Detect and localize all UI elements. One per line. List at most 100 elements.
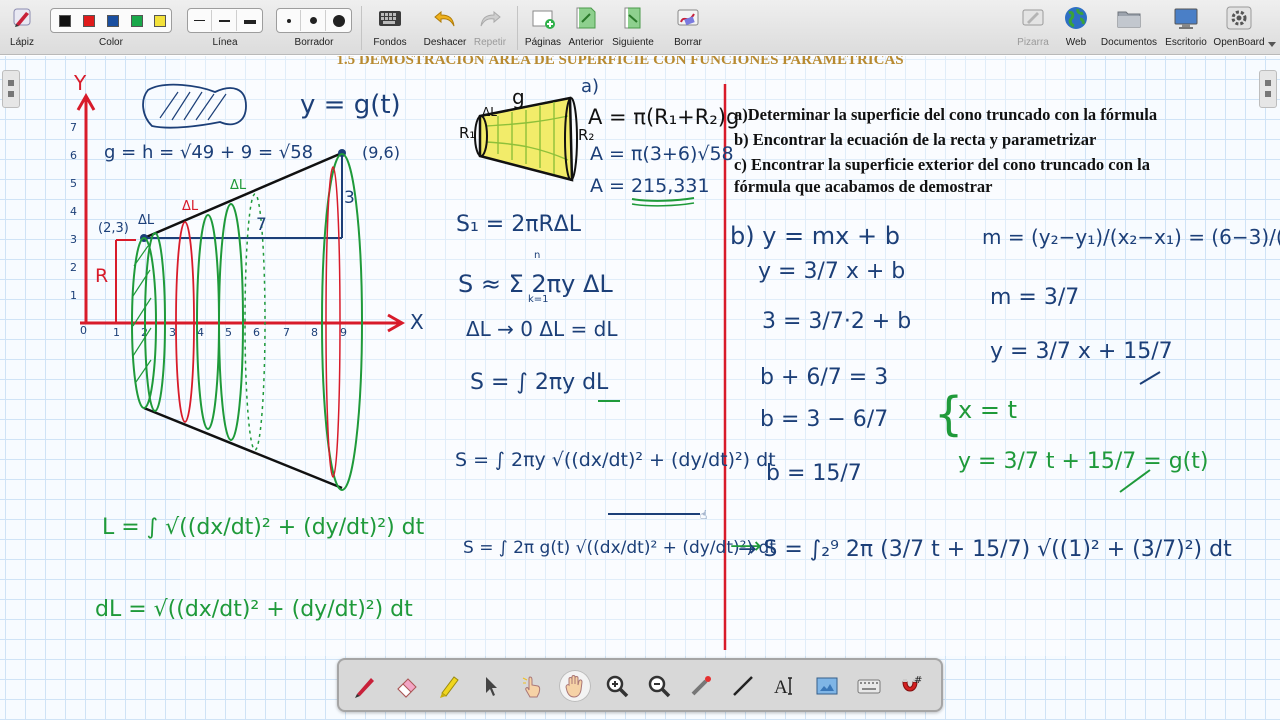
redo-label: Repetir	[473, 37, 507, 48]
chevron-down-icon[interactable]	[1268, 42, 1276, 48]
color-black[interactable]	[59, 15, 71, 27]
x-tick: 9	[340, 326, 347, 339]
undo-label: Deshacer	[423, 37, 467, 48]
globe-icon	[1065, 7, 1087, 29]
main-toolbar: Lápiz Color Línea Borrador Fondos Deshac…	[0, 0, 1280, 55]
y-tick: 4	[70, 205, 77, 218]
delta-l-label-green: ΔL	[230, 178, 247, 193]
color-yellow[interactable]	[154, 15, 166, 27]
integral-expanded: S = ∫ 2πy √((dx/dt)² + (dy/dt)²) dt	[455, 449, 776, 471]
y-tick: 6	[70, 149, 77, 162]
hand-pan-tool[interactable]	[559, 670, 591, 702]
color-blue[interactable]	[107, 15, 119, 27]
eraser-small[interactable]	[277, 10, 301, 31]
task-b: b) Encontrar la ecuación de la recta y p…	[734, 130, 1097, 149]
line-with-slope: y = 3/7 x + b	[758, 259, 905, 284]
select-tool[interactable]	[475, 670, 507, 702]
color-green[interactable]	[131, 15, 143, 27]
web-button[interactable]: Web	[1056, 0, 1096, 55]
magnet-grid-tool[interactable]: #	[895, 670, 927, 702]
delta-l-label-red: ΔL	[182, 199, 199, 214]
cursor-hand-icon: ☝	[700, 508, 707, 522]
screen-capture-icon	[816, 677, 838, 695]
text-tool[interactable]: A	[769, 670, 801, 702]
eraser-tool[interactable]	[391, 670, 423, 702]
folder-icon	[1117, 11, 1141, 28]
line-group: Línea	[187, 0, 263, 55]
board-canvas[interactable]: 1.5 DEMOSTRACIÓN ÁREA DE SUPERFICIE CON …	[0, 56, 1280, 720]
previous-page-button[interactable]: Anterior	[566, 0, 606, 55]
capture-tool[interactable]	[811, 670, 843, 702]
color-red[interactable]	[83, 15, 95, 27]
delete-button[interactable]: Borrar	[668, 0, 708, 55]
redo-button[interactable]: Repetir	[470, 0, 510, 55]
limit-step: ΔL → 0 ΔL = dL	[466, 317, 618, 341]
task-c-line2: fórmula que acabamos de demostrar	[734, 177, 993, 196]
documents-button[interactable]: Documentos	[1100, 0, 1158, 55]
line-medium[interactable]	[213, 10, 237, 31]
openboard-menu-button[interactable]: OpenBoard	[1212, 0, 1266, 55]
interact-tool[interactable]	[517, 670, 549, 702]
hand-pointer-icon	[522, 676, 541, 698]
arc-length-formulas: L = ∫ √((dx/dt)² + (dy/dt)²) dt dL = √((…	[95, 515, 425, 622]
zoom-in-tool[interactable]	[601, 670, 633, 702]
pointer-arrow-icon	[486, 677, 497, 696]
x-tick: 3	[169, 326, 176, 339]
page-title: 1.5 DEMOSTRACIÓN ÁREA DE SUPERFICIE CON …	[336, 56, 903, 68]
virtual-keyboard-tool[interactable]	[853, 670, 885, 702]
monitor-icon	[1174, 8, 1198, 29]
point-label-p2: (9,6)	[362, 143, 400, 162]
line-tool[interactable]	[727, 670, 759, 702]
cone-diagram: a) g ΔL R₁ R₂ A = π(R₁+R₂)g A = π(3+6)√5…	[459, 76, 739, 207]
color-group: Color	[50, 0, 172, 55]
pen-tool[interactable]	[349, 670, 381, 702]
pages-button[interactable]: Páginas	[523, 0, 563, 55]
board-mode-button[interactable]: Pizarra	[1013, 0, 1053, 55]
stylus-palette: A #	[337, 658, 943, 712]
board-label: Pizarra	[1017, 37, 1049, 48]
frustum-sketch	[142, 83, 247, 129]
x-tick: 5	[225, 326, 232, 339]
solve-b-step2: b = 3 − 6/7	[760, 407, 888, 432]
redo-icon	[480, 10, 501, 27]
line-label: Línea	[212, 37, 238, 48]
x-tick: 8	[311, 326, 318, 339]
text-icon: A	[774, 677, 792, 698]
task-c-line1: c) Encontrar la superficie exterior del …	[734, 155, 1150, 174]
zoom-out-tool[interactable]	[643, 670, 675, 702]
add-page-icon	[532, 10, 555, 29]
line-thick[interactable]	[238, 10, 262, 31]
sum-lower-limit: k=1	[528, 294, 549, 305]
reflected-segment	[143, 406, 343, 490]
desktop-button[interactable]: Escritorio	[1163, 0, 1209, 55]
undo-icon	[434, 10, 455, 27]
laser-pointer-tool[interactable]	[685, 670, 717, 702]
keyboard-grid-icon	[379, 11, 401, 26]
s1-formula: S₁ = 2πRΔL	[456, 212, 582, 237]
eraser-medium[interactable]	[302, 10, 326, 31]
next-page-button[interactable]: Siguiente	[610, 0, 656, 55]
highlighter-icon	[440, 676, 459, 698]
line-icon	[733, 676, 753, 696]
openboard-label: OpenBoard	[1213, 37, 1265, 48]
hatch-line	[135, 359, 152, 383]
eraser-size-picker	[276, 8, 352, 33]
backgrounds-label: Fondos	[373, 37, 407, 48]
keyboard-icon	[857, 679, 881, 694]
dl-formula: dL = √((dx/dt)² + (dy/dt)²) dt	[95, 597, 413, 622]
highlighter-tool[interactable]	[433, 670, 465, 702]
undo-button[interactable]: Deshacer	[422, 0, 468, 55]
svg-text:A: A	[774, 677, 788, 698]
backgrounds-button[interactable]: Fondos	[369, 0, 411, 55]
laser-pointer-icon	[691, 676, 711, 696]
b-value: b = 15/7	[766, 461, 862, 486]
point-label-p1: (2,3)	[98, 221, 129, 236]
line-thin[interactable]	[188, 10, 212, 31]
pencil-tool[interactable]: Lápiz	[2, 0, 42, 55]
radius-label: R	[95, 265, 108, 287]
area-substituted: A = π(3+6)√58	[590, 143, 734, 165]
eraser-large[interactable]	[327, 10, 351, 31]
hand-icon	[565, 675, 583, 698]
board-icon	[1022, 9, 1044, 26]
sum-upper-limit: n	[534, 250, 540, 261]
